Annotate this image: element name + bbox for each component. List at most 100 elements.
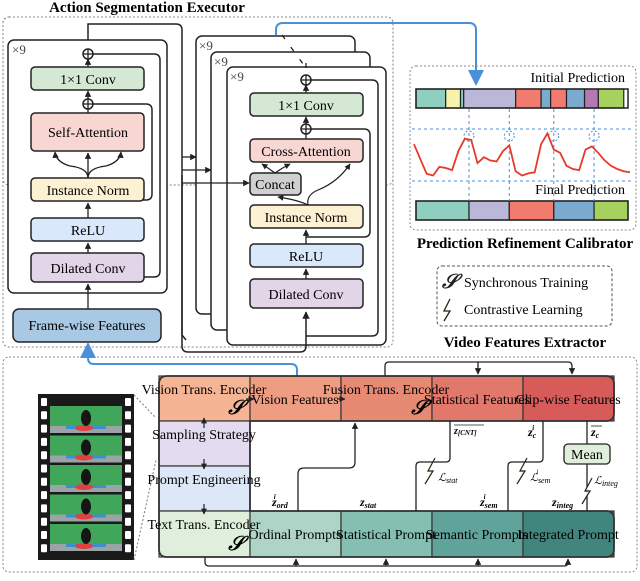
video-frame-manikin	[75, 425, 93, 431]
boundary-score-curve	[413, 131, 631, 177]
film-hole	[125, 424, 131, 433]
instance-norm-label: Instance Norm	[265, 211, 348, 226]
sync-training-icon: 𝒮	[441, 271, 463, 293]
video-frame-manikin	[75, 454, 93, 461]
z-cnt-symbol: z[CNT]	[453, 426, 477, 437]
repeat-label: ×9	[12, 42, 26, 57]
z-c-bar-symbol: zc	[590, 425, 600, 440]
film-hole	[41, 517, 47, 526]
film-hole	[125, 451, 131, 460]
relu-label: ReLU	[71, 224, 105, 239]
statistical-prompt-label: Statistical Prompt	[336, 528, 436, 543]
final-segment	[508, 200, 555, 221]
extractor-connectors: Mean z[CNT] zci zc ℒstat ℒsemi ℒinteg zo…	[271, 421, 618, 511]
contrastive-learning-label: Contrastive Learning	[464, 303, 583, 318]
video-frame-manikin	[75, 513, 93, 520]
semantic-prompts-label: Semantic Prompts	[426, 528, 528, 543]
initial-prediction-bar	[415, 88, 629, 109]
video-frame-manikin	[75, 484, 93, 490]
initial-prediction-label: Initial Prediction	[531, 71, 625, 86]
video-frame-person	[81, 439, 91, 456]
film-hole	[125, 531, 131, 539]
features-to-executor-arrow	[80, 342, 298, 376]
film-hole	[125, 437, 131, 446]
film-hole	[125, 464, 131, 473]
final-segment	[553, 200, 595, 221]
integrated-prompt-label: Integrated Prompt	[517, 528, 619, 543]
video-frame-manikin	[75, 543, 93, 549]
dilated-conv-label: Dilated Conv	[50, 262, 125, 277]
extractor-grid: Vision Trans. Encoder 𝒮 Sampling Strateg…	[142, 375, 621, 558]
self-attention-label: Self-Attention	[48, 126, 128, 141]
film-hole	[125, 411, 131, 420]
film-hole	[125, 477, 131, 486]
extractor-title: Video Features Extractor	[444, 335, 607, 351]
conv1x1-label: 1×1 Conv	[278, 99, 334, 114]
conv1x1-label: 1×1 Conv	[60, 73, 116, 88]
film-hole	[125, 517, 131, 526]
film-hole	[41, 398, 47, 406]
initial-segment	[565, 88, 586, 109]
film-hole	[41, 544, 47, 553]
dilated-conv-label: Dilated Conv	[268, 288, 343, 303]
relu-label: ReLU	[289, 250, 323, 265]
final-segment	[593, 200, 629, 221]
l-sem-symbol: ℒsemi	[530, 468, 551, 485]
vision-trans-encoder-label: Vision Trans. Encoder	[142, 383, 267, 398]
film-hole	[41, 411, 47, 420]
prompt-engineering-label: Prompt Engineering	[147, 473, 260, 488]
repeat-label: ×9	[230, 69, 244, 84]
film-hole	[41, 531, 47, 539]
left-stage: ×9 1×1 Conv Self-Attention Instance Norm…	[7, 23, 187, 341]
contrastive-learning-icon	[442, 298, 452, 322]
mean-label: Mean	[571, 448, 603, 463]
instance-norm-label: Instance Norm	[47, 184, 130, 199]
final-segment	[415, 200, 470, 221]
initial-segment	[445, 88, 462, 109]
sync-training-label: Synchronous Training	[464, 276, 588, 291]
z-stat-symbol: zstat	[359, 495, 377, 510]
initial-segment	[540, 88, 552, 109]
z-integ-symbol: zinteg	[551, 495, 573, 510]
initial-segment	[515, 88, 542, 109]
video-frame-person	[81, 528, 91, 544]
concat-label: Concat	[255, 178, 295, 193]
film-hole	[125, 544, 131, 553]
z-sem-symbol: zsemi	[479, 493, 498, 510]
right-stage-stack: ×9 ×9 ×9 1×1 Conv Cross-Attention Concat	[181, 34, 387, 353]
final-segment	[468, 200, 510, 221]
ordinal-prompts-label: Ordinal Prompts	[249, 528, 342, 543]
film-hole	[125, 504, 131, 513]
video-film-strip	[38, 394, 157, 561]
cross-attention-label: Cross-Attention	[261, 145, 350, 160]
final-prediction-label: Final Prediction	[535, 183, 625, 198]
video-frame-person	[81, 410, 91, 426]
film-hole	[41, 491, 47, 500]
sampling-strategy-label: Sampling Strategy	[152, 428, 256, 443]
clip-wise-features-label: Clip-wise Features	[515, 393, 620, 408]
initial-segment	[583, 88, 599, 109]
calibrator-title: Prediction Refinement Calibrator	[417, 236, 634, 252]
text-trans-encoder-label: Text Trans. Encoder	[148, 518, 261, 533]
film-hole	[41, 477, 47, 486]
initial-segment	[463, 88, 517, 109]
film-hole	[41, 504, 47, 513]
z-c-i-symbol: zci	[527, 424, 537, 440]
film-hole	[41, 451, 47, 460]
film-hole	[125, 398, 131, 406]
statistical-features-label: Statistical Features	[424, 393, 530, 408]
initial-segment	[550, 88, 568, 109]
executor-title: Action Segmentation Executor	[49, 0, 245, 16]
l-stat-symbol: ℒstat	[438, 472, 458, 485]
film-hole	[41, 424, 47, 433]
video-frame-person	[81, 469, 91, 485]
frame-wise-features-label: Frame-wise Features	[28, 319, 145, 334]
film-hole	[41, 464, 47, 473]
initial-segment	[597, 88, 625, 109]
video-frame-person	[81, 498, 91, 515]
film-hole	[41, 437, 47, 446]
initial-segment	[415, 88, 447, 109]
film-hole	[125, 491, 131, 500]
z-ord-symbol: zordi	[271, 493, 289, 510]
final-prediction-bar	[415, 200, 629, 221]
